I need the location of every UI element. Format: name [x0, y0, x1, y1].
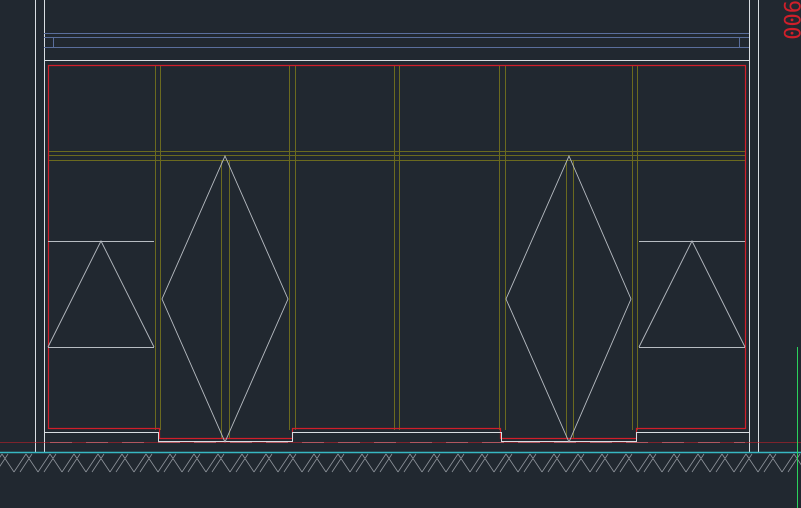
dimension-label: 900: [778, 0, 801, 40]
drawing-background: [0, 0, 801, 508]
cad-viewport[interactable]: 900: [0, 0, 801, 508]
elevation-drawing: 900: [0, 0, 801, 508]
